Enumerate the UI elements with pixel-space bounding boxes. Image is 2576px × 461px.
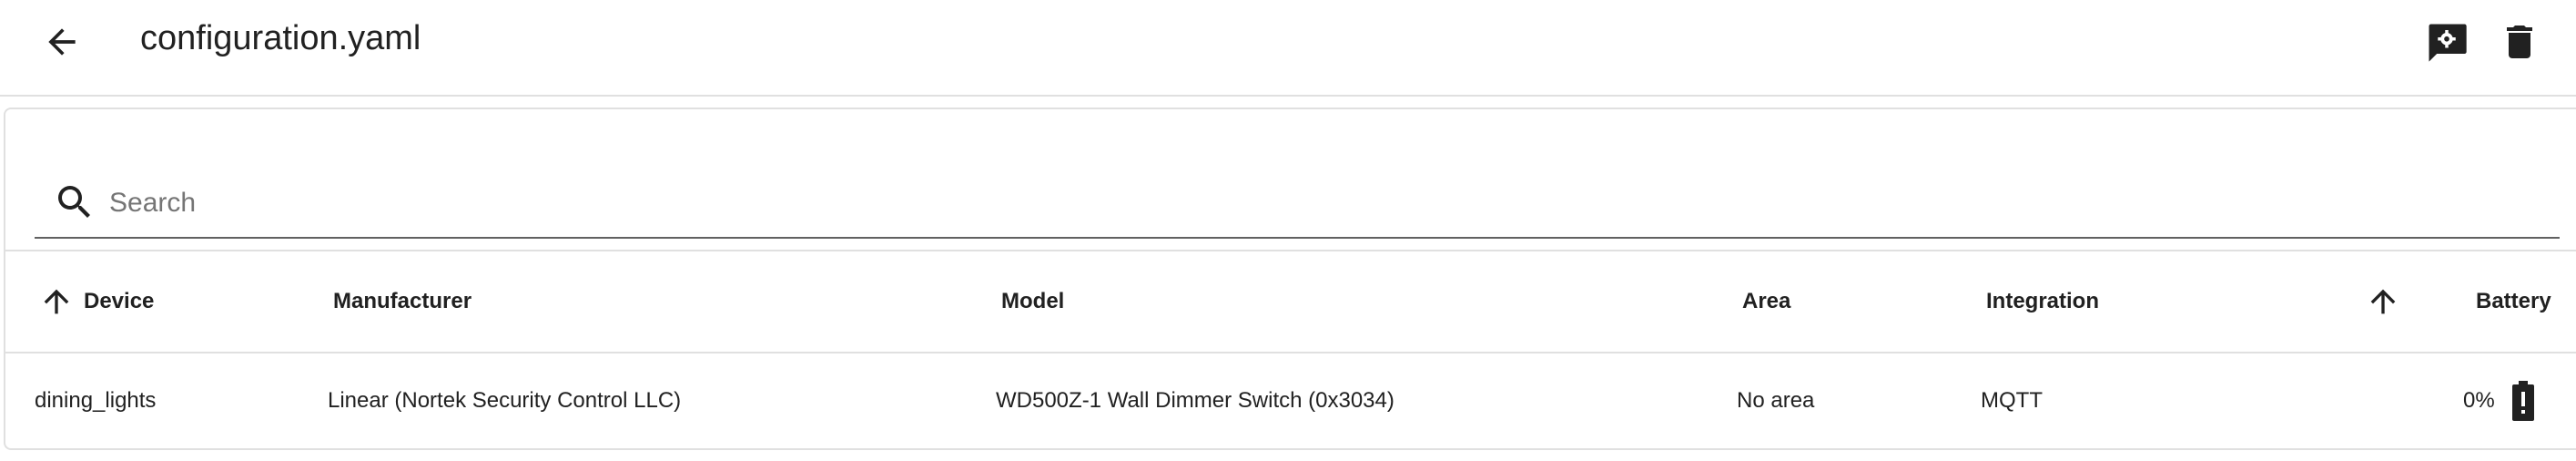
battery-alert-icon	[2511, 381, 2534, 421]
search-field	[35, 168, 2560, 239]
sort-ascending-icon	[44, 289, 69, 314]
cell-manufacturer: Linear (Nortek Security Control LLC)	[328, 388, 682, 413]
table-row[interactable]: dining_lights Linear (Nortek Security Co…	[5, 353, 2576, 448]
column-label: Integration	[1986, 289, 2099, 313]
column-label: Model	[1001, 289, 1065, 313]
search-input[interactable]	[107, 180, 2478, 226]
column-header-battery[interactable]: Battery	[2476, 251, 2551, 352]
cell-area: No area	[1737, 388, 1815, 413]
column-label: Device	[84, 289, 155, 313]
cell-battery: 0%	[2463, 353, 2537, 448]
feedback-settings-button[interactable]	[2419, 15, 2474, 69]
delete-button[interactable]	[2492, 15, 2547, 69]
devices-card: Device Manufacturer Model Area Integrati…	[4, 108, 2576, 450]
comment-settings-icon	[2429, 24, 2467, 62]
column-header-device[interactable]: Device	[38, 251, 154, 352]
column-label: Battery	[2476, 289, 2551, 313]
trash-icon	[2507, 26, 2532, 58]
column-label: Area	[1742, 289, 1791, 313]
sort-ascending-icon	[2370, 289, 2396, 314]
search-icon	[58, 186, 90, 218]
column-header-area[interactable]: Area	[1742, 251, 1790, 352]
cell-integration: MQTT	[1981, 388, 2043, 413]
page-title: configuration.yaml	[140, 19, 421, 57]
app-toolbar: configuration.yaml	[0, 0, 2576, 97]
cell-model: WD500Z-1 Wall Dimmer Switch (0x3034)	[996, 388, 1394, 413]
column-label: Manufacturer	[333, 289, 472, 313]
column-header-sort-toggle[interactable]	[2365, 251, 2410, 352]
back-button[interactable]	[36, 16, 87, 67]
cell-device: dining_lights	[35, 388, 157, 413]
battery-level: 0%	[2463, 388, 2495, 413]
table-header: Device Manufacturer Model Area Integrati…	[5, 251, 2576, 353]
arrow-left-icon	[48, 28, 76, 56]
column-header-manufacturer[interactable]: Manufacturer	[333, 251, 472, 352]
column-header-integration[interactable]: Integration	[1986, 251, 2099, 352]
column-header-model[interactable]: Model	[1001, 251, 1064, 352]
